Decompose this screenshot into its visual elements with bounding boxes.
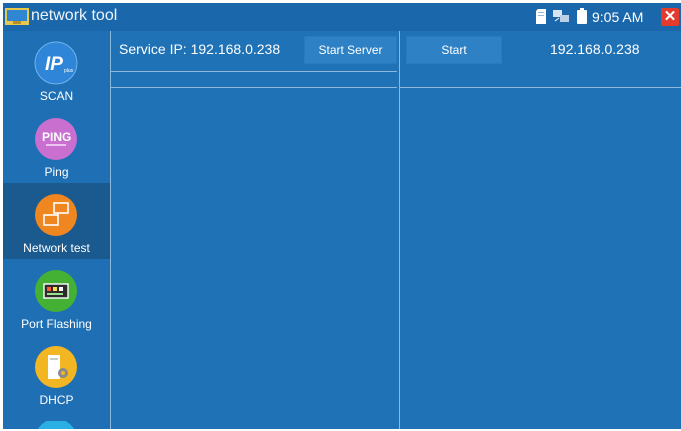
close-button[interactable]: ✕ xyxy=(661,8,679,26)
divider xyxy=(111,71,397,72)
sidebar-item-ping[interactable]: PING Ping xyxy=(3,107,110,183)
svg-text:PING: PING xyxy=(42,130,71,144)
sidebar-item-port-flashing[interactable]: Port Flashing xyxy=(3,259,110,335)
sidebar: IP plus SCAN PING Ping Network test Port… xyxy=(3,31,111,429)
sidebar-item-label: Network test xyxy=(23,241,90,255)
ping-icon: PING xyxy=(35,118,77,160)
start-button[interactable]: Start xyxy=(406,36,502,64)
sidebar-item-label: Port Flashing xyxy=(21,317,92,331)
sidebar-item-label: SCAN xyxy=(39,89,74,103)
clock: 9:05 AM xyxy=(592,9,644,25)
next-item-icon xyxy=(38,421,74,429)
svg-text:plus: plus xyxy=(64,68,74,74)
sidebar-item-label: DHCP xyxy=(39,393,74,407)
title-bar: network tool 9:05 AM ✕ xyxy=(3,3,681,31)
sidebar-item-scan[interactable]: IP plus SCAN xyxy=(3,31,110,107)
battery-icon xyxy=(577,8,587,24)
divider xyxy=(400,87,681,88)
app-title: network tool xyxy=(31,7,118,24)
close-icon: ✕ xyxy=(663,8,677,25)
network-icon xyxy=(553,10,569,22)
dhcp-icon xyxy=(35,346,77,388)
app-icon xyxy=(5,8,29,25)
sd-card-icon xyxy=(536,9,546,24)
port-flashing-icon xyxy=(35,270,77,312)
divider xyxy=(111,87,397,88)
sidebar-item-dhcp[interactable]: DHCP xyxy=(3,335,110,411)
sidebar-item-network-test[interactable]: Network test xyxy=(3,183,110,259)
sidebar-item-label: Ping xyxy=(44,165,69,179)
start-server-button[interactable]: Start Server xyxy=(304,36,397,64)
ip-scan-icon: IP plus xyxy=(34,41,78,85)
screen: network tool 9:05 AM ✕ IP plus SCAN PING… xyxy=(3,3,681,429)
server-panel: Service IP: 192.168.0.238 Start Server xyxy=(111,31,397,429)
client-panel: Start 192.168.0.238 xyxy=(399,31,681,429)
service-ip-label: Service IP: 192.168.0.238 xyxy=(119,41,281,57)
svg-text:IP: IP xyxy=(45,54,63,75)
network-test-icon xyxy=(35,194,77,236)
target-ip-label: 192.168.0.238 xyxy=(550,41,640,57)
